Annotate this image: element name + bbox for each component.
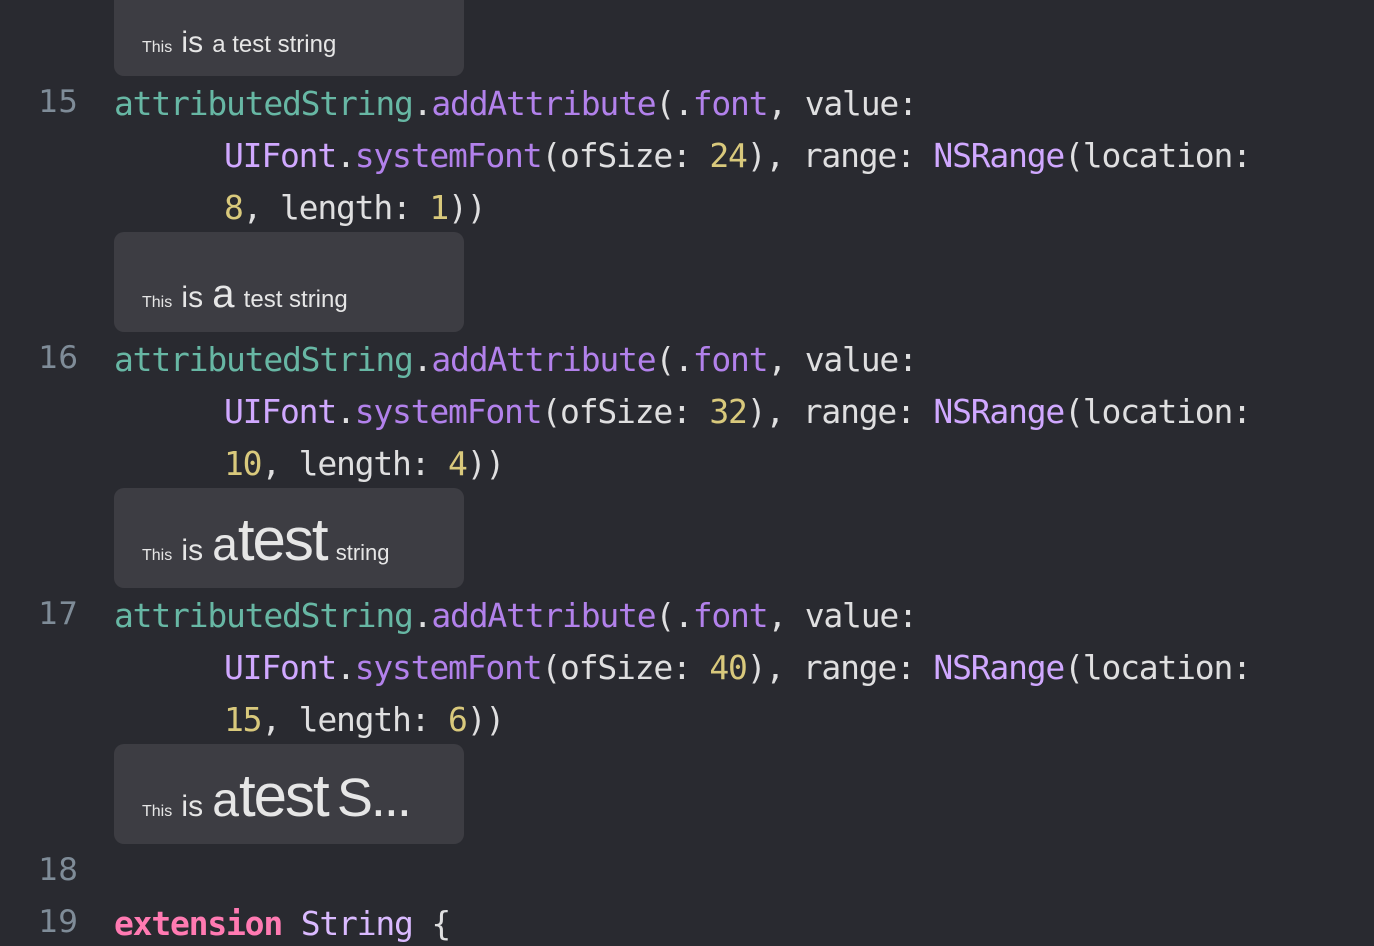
- code-token: font: [692, 84, 769, 123]
- code-line-19[interactable]: extension String {: [114, 904, 451, 944]
- code-token: , length:: [242, 188, 430, 227]
- code-token: (ofSize:: [541, 392, 710, 431]
- preview-word: This: [142, 39, 173, 56]
- code-token: {: [431, 904, 451, 943]
- preview-word: a: [212, 518, 238, 570]
- code-token: (ofSize:: [541, 136, 710, 175]
- preview-text: This is atest string: [142, 510, 390, 570]
- code-token: 1: [429, 188, 449, 227]
- result-preview-1: This is a test string: [114, 232, 464, 332]
- code-token: ), range:: [746, 648, 934, 687]
- code-token: 10: [224, 444, 263, 483]
- preview-word: This: [142, 294, 173, 311]
- code-token: String: [300, 904, 414, 943]
- code-token: 40: [709, 648, 748, 687]
- code-token: addAttribute: [431, 84, 656, 123]
- result-preview-0: This is a test string: [114, 0, 464, 76]
- code-line-16-cont[interactable]: UIFont.systemFont(ofSize: 32), range: NS…: [224, 392, 1252, 432]
- code-token: attributedString: [114, 596, 414, 635]
- code-token: UIFont: [224, 136, 337, 175]
- code-token: extension: [114, 904, 283, 943]
- code-token: UIFont: [224, 648, 337, 687]
- preview-word: a: [212, 272, 235, 316]
- code-token: font: [692, 340, 769, 379]
- preview-word: This: [142, 803, 173, 820]
- code-token: , length:: [261, 444, 449, 483]
- code-token: (location:: [1064, 392, 1252, 431]
- code-token: (.: [655, 84, 694, 123]
- code-line-15-cont2[interactable]: 8, length: 1)): [224, 188, 487, 228]
- code-token: 32: [709, 392, 748, 431]
- code-token: , value:: [767, 340, 918, 379]
- preview-word: a: [212, 774, 239, 827]
- preview-text: This is a test string: [142, 24, 336, 58]
- code-line-17-cont[interactable]: UIFont.systemFont(ofSize: 40), range: NS…: [224, 648, 1252, 688]
- line-number-17: 17: [38, 596, 78, 632]
- preview-word: string: [335, 540, 390, 565]
- line-number-16: 16: [38, 340, 78, 376]
- code-token: systemFont: [354, 136, 543, 175]
- code-token: NSRange: [933, 136, 1065, 175]
- code-token: (.: [655, 340, 694, 379]
- code-line-15[interactable]: attributedString.addAttribute(.font, val…: [114, 84, 918, 124]
- code-token: attributedString: [114, 340, 414, 379]
- preview-word: S...: [336, 768, 412, 828]
- code-token: .: [412, 84, 433, 123]
- line-number-19: 19: [38, 904, 78, 940]
- code-token: (location:: [1064, 136, 1252, 175]
- code-line-17[interactable]: attributedString.addAttribute(.font, val…: [114, 596, 918, 636]
- code-token: , value:: [767, 84, 918, 123]
- code-editor[interactable]: This is a test string 15 attributedStrin…: [0, 0, 1374, 946]
- line-number-15: 15: [38, 84, 78, 120]
- code-token: NSRange: [933, 648, 1065, 687]
- preview-word: test string: [243, 286, 348, 313]
- code-line-15-cont[interactable]: UIFont.systemFont(ofSize: 24), range: NS…: [224, 136, 1252, 176]
- code-token: .: [336, 648, 356, 687]
- preview-word: a test string: [212, 31, 337, 58]
- code-token: (.: [655, 596, 694, 635]
- code-token: UIFont: [224, 392, 337, 431]
- code-line-17-cont2[interactable]: 15, length: 6)): [224, 700, 506, 740]
- code-token: .: [412, 340, 433, 379]
- code-token: )): [466, 700, 506, 739]
- code-token: ), range:: [746, 392, 934, 431]
- code-token: (ofSize:: [541, 648, 710, 687]
- code-token: 6: [448, 700, 468, 739]
- code-token: attributedString: [114, 84, 414, 123]
- preview-word: This: [142, 547, 173, 564]
- result-preview-3: This is atest S...: [114, 744, 464, 844]
- code-token: .: [336, 136, 356, 175]
- preview-word: test: [238, 762, 330, 829]
- preview-text: This is a test string: [142, 274, 348, 314]
- code-token: .: [412, 596, 433, 635]
- preview-text: This is atest S...: [142, 766, 412, 828]
- preview-word: is: [181, 281, 204, 314]
- code-token: NSRange: [933, 392, 1065, 431]
- code-token: 15: [224, 700, 263, 739]
- preview-word: test: [237, 506, 329, 573]
- code-token: addAttribute: [431, 596, 656, 635]
- preview-word: is: [181, 790, 204, 823]
- code-token: font: [692, 596, 769, 635]
- preview-word: is: [181, 26, 204, 59]
- preview-word: is: [181, 534, 204, 567]
- code-token: , value:: [767, 596, 918, 635]
- result-preview-2: This is atest string: [114, 488, 464, 588]
- code-token: ), range:: [746, 136, 934, 175]
- code-token: )): [448, 188, 487, 227]
- code-token: .: [336, 392, 356, 431]
- code-line-16-cont2[interactable]: 10, length: 4)): [224, 444, 506, 484]
- code-token: (location:: [1064, 648, 1252, 687]
- code-token: )): [466, 444, 506, 483]
- code-token: 4: [448, 444, 468, 483]
- code-token: 8: [224, 188, 244, 227]
- code-line-16[interactable]: attributedString.addAttribute(.font, val…: [114, 340, 918, 380]
- code-token: 24: [709, 136, 748, 175]
- code-token: addAttribute: [431, 340, 656, 379]
- code-token: systemFont: [354, 648, 543, 687]
- code-token: , length:: [261, 700, 449, 739]
- code-token: systemFont: [354, 392, 543, 431]
- line-number-18: 18: [38, 852, 78, 888]
